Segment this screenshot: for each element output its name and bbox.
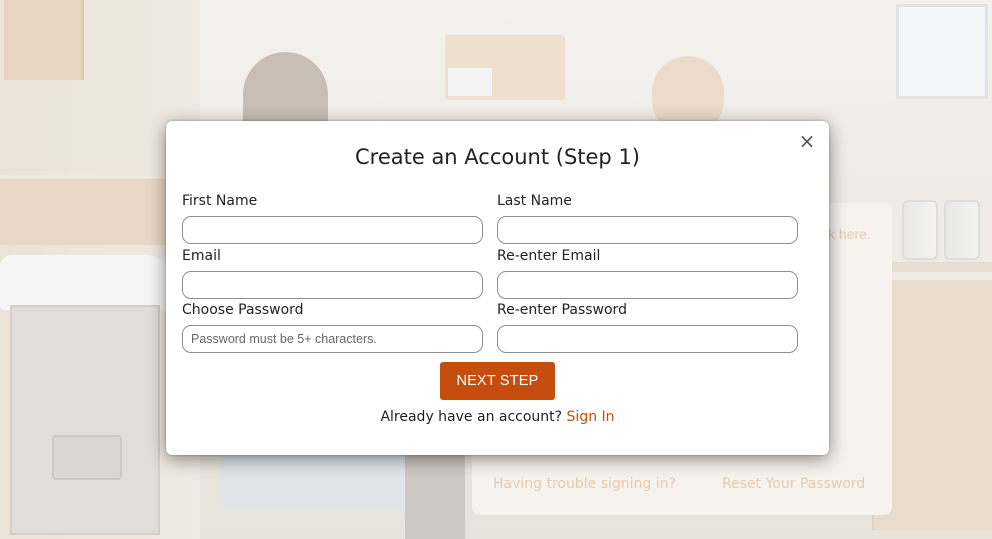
reenter-email-input[interactable] bbox=[497, 271, 798, 299]
last-name-field: Last Name bbox=[497, 191, 798, 244]
first-name-input[interactable] bbox=[182, 216, 483, 244]
first-name-field: First Name bbox=[182, 191, 483, 244]
signin-prompt-row: Already have an account? Sign In bbox=[166, 409, 829, 425]
email-label: Email bbox=[182, 248, 221, 264]
signin-prompt-text: Already have an account? bbox=[380, 409, 563, 425]
email-input[interactable] bbox=[182, 271, 483, 299]
reenter-password-label: Re-enter Password bbox=[497, 302, 627, 318]
reenter-email-label: Re-enter Email bbox=[497, 248, 601, 264]
reenter-password-input[interactable] bbox=[497, 325, 798, 353]
last-name-label: Last Name bbox=[497, 193, 572, 209]
choose-password-field: Choose Password bbox=[182, 300, 483, 353]
choose-password-input[interactable] bbox=[182, 325, 483, 353]
last-name-input[interactable] bbox=[497, 216, 798, 244]
modal-title: Create an Account (Step 1) bbox=[354, 145, 640, 169]
create-account-modal: × Create an Account (Step 1) First Name … bbox=[166, 121, 829, 455]
choose-password-label: Choose Password bbox=[182, 302, 304, 318]
email-field: Email bbox=[182, 246, 483, 299]
next-step-button[interactable]: NEXT STEP bbox=[440, 362, 555, 400]
reenter-email-field: Re-enter Email bbox=[497, 246, 798, 299]
first-name-label: First Name bbox=[182, 193, 258, 209]
reenter-password-field: Re-enter Password bbox=[497, 300, 798, 353]
sign-in-link[interactable]: Sign In bbox=[567, 409, 615, 425]
